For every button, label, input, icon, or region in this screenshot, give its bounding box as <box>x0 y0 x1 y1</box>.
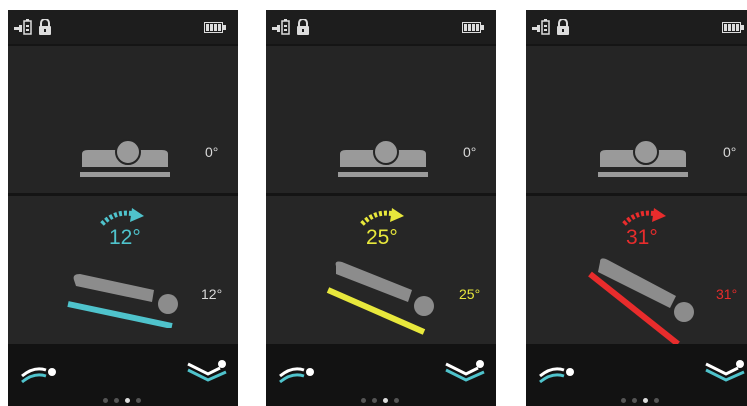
bottom-nav <box>8 344 238 406</box>
tilt-label: 31° <box>716 286 738 302</box>
status-bar <box>526 10 747 44</box>
patient-flat-icon <box>338 139 428 177</box>
page-dot-active[interactable] <box>643 398 648 403</box>
page-dot[interactable] <box>632 398 637 403</box>
tilt-view: 25° 25° <box>266 196 496 344</box>
bottom-nav <box>266 344 496 406</box>
bottom-nav <box>526 344 747 406</box>
page-dot[interactable] <box>621 398 626 403</box>
page-dot[interactable] <box>136 398 141 403</box>
reference-angle: 0° <box>723 144 737 160</box>
reference-view: 0° <box>8 46 238 193</box>
plug-battery-icon <box>532 19 550 35</box>
battery-icon[interactable] <box>722 22 744 33</box>
tilt-screen-1: 0° 12° 12° <box>8 10 238 406</box>
page-dot[interactable] <box>654 398 659 403</box>
tilt-angle: 25° <box>366 226 398 249</box>
lock-icon <box>557 19 569 35</box>
reference-angle: 0° <box>205 144 219 160</box>
arrow-icon <box>100 208 144 226</box>
reference-angle: 0° <box>463 144 477 160</box>
tilt-view: 31° 31° <box>526 196 747 346</box>
tilt-label: 12° <box>201 286 223 302</box>
flat-bed-icon[interactable] <box>278 364 318 388</box>
tilted-bed-icon[interactable] <box>186 360 230 386</box>
lock-icon <box>39 19 51 35</box>
flat-bed-icon[interactable] <box>538 364 578 388</box>
tilted-bed-icon[interactable] <box>704 360 747 386</box>
tilted-bed-icon[interactable] <box>444 360 488 386</box>
status-bar <box>266 10 496 44</box>
plug-battery-icon <box>14 19 32 35</box>
page-dot[interactable] <box>361 398 366 403</box>
plug-battery-icon <box>272 19 290 35</box>
tilt-angle: 31° <box>626 226 658 249</box>
flat-bed-icon[interactable] <box>20 364 60 388</box>
arrow-icon <box>360 208 404 226</box>
patient-tilted-icon <box>67 274 178 328</box>
page-indicator <box>100 390 144 403</box>
page-indicator <box>358 390 402 403</box>
reference-view: 0° <box>526 46 747 193</box>
page-indicator <box>618 390 662 403</box>
page-dot[interactable] <box>103 398 108 403</box>
reference-view: 0° <box>266 46 496 193</box>
lock-icon <box>297 19 309 35</box>
patient-flat-icon <box>80 139 170 177</box>
page-dot-active[interactable] <box>125 398 130 403</box>
tilt-screen-3: 0° 31° 31° <box>526 10 747 406</box>
patient-tilted-icon <box>326 261 434 335</box>
page-dot[interactable] <box>372 398 377 403</box>
tilt-angle: 12° <box>109 226 141 249</box>
arrow-icon <box>622 208 666 226</box>
tilt-label: 25° <box>459 286 481 302</box>
page-dot[interactable] <box>394 398 399 403</box>
tilt-screen-2: 0° 25° 25° <box>266 10 496 406</box>
status-bar <box>8 10 238 44</box>
battery-icon[interactable] <box>204 22 226 33</box>
page-dot[interactable] <box>114 398 119 403</box>
tilt-view: 12° 12° <box>8 196 238 344</box>
patient-flat-icon <box>598 139 688 177</box>
page-dot-active[interactable] <box>383 398 388 403</box>
battery-icon[interactable] <box>462 22 484 33</box>
patient-tilted-icon <box>588 258 694 346</box>
